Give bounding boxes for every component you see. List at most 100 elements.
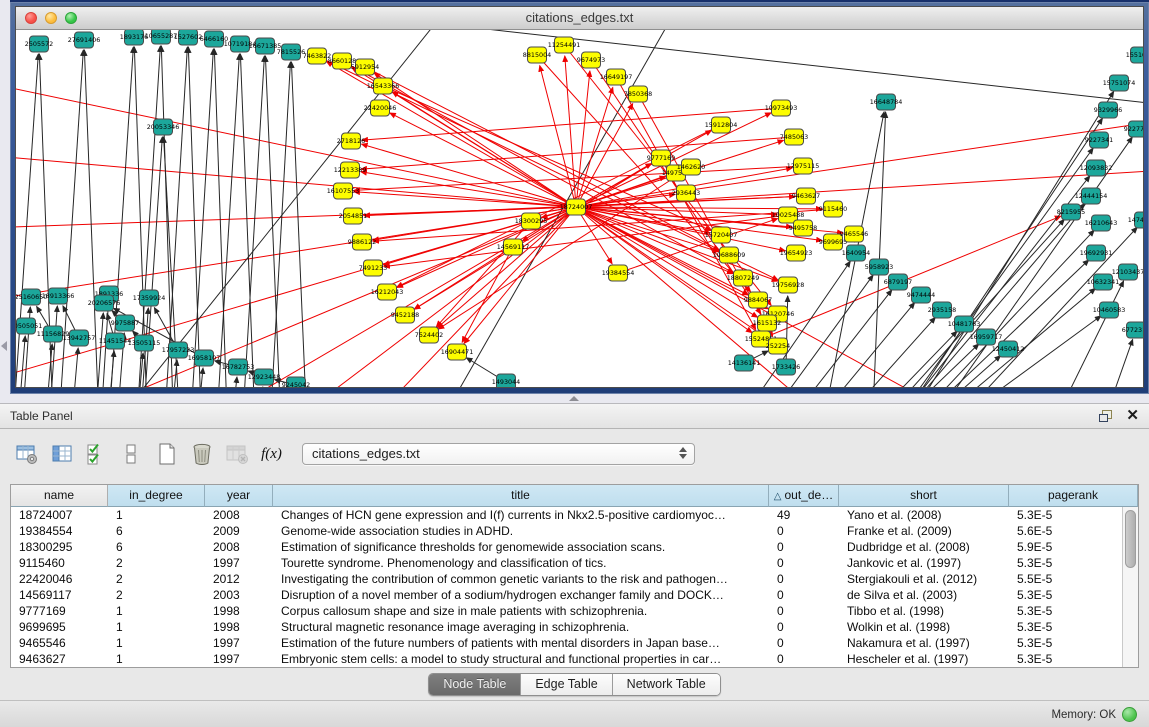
memory-status-label: Memory: OK: [1051, 709, 1116, 721]
graph-node[interactable]: 8215955: [1057, 204, 1085, 220]
graph-node[interactable]: 7485063: [780, 129, 808, 145]
graph-node[interactable]: 16649197: [600, 69, 633, 85]
column-header-in_degree[interactable]: in_degree: [108, 485, 205, 507]
scrollbar-thumb[interactable]: [1125, 510, 1136, 568]
graph-node[interactable]: 15720407: [705, 227, 738, 243]
graph-node[interactable]: 9329966: [1094, 102, 1122, 118]
graph-node[interactable]: 9886122: [348, 234, 376, 250]
table-row[interactable]: 977716911998Corpus callosum shape and si…: [11, 603, 1123, 619]
graph-node-label: 15751074: [1103, 79, 1136, 87]
graph-node[interactable]: 1733426: [772, 359, 800, 375]
column-header-out_de[interactable]: △out_de…: [769, 485, 839, 507]
graph-node[interactable]: 20053346: [147, 119, 180, 135]
graph-node[interactable]: 15751074: [1103, 75, 1136, 91]
graph-node[interactable]: 7491233: [359, 260, 387, 276]
create-column-icon[interactable]: [154, 442, 179, 467]
column-header-name[interactable]: name: [11, 485, 108, 507]
table-cell: 5.3E-5: [1009, 603, 1123, 619]
graph-node[interactable]: 19384554: [602, 265, 635, 281]
graph-node[interactable]: 9115460: [819, 201, 847, 217]
graph-edge: [437, 207, 576, 328]
table-row[interactable]: 1456911722003Disruption of a novel membe…: [11, 587, 1123, 603]
graph-node[interactable]: 14744442: [1128, 212, 1143, 228]
table-cell: 5.3E-5: [1009, 619, 1123, 635]
graph-node[interactable]: 6879197: [884, 274, 912, 290]
table-row[interactable]: 946554611997Estimation of the future num…: [11, 635, 1123, 651]
float-panel-icon[interactable]: [1099, 410, 1112, 422]
graph-node[interactable]: 16543366: [367, 78, 400, 94]
graph-node[interactable]: 12444154: [1075, 188, 1108, 204]
graph-node[interactable]: 2935158: [928, 302, 956, 318]
graph-node[interactable]: 2718126: [337, 133, 365, 149]
column-header-title[interactable]: title: [273, 485, 769, 507]
graph-node[interactable]: 252254: [766, 338, 790, 354]
network-view-frame: citations_edges.txt 18724007746382286601…: [15, 6, 1144, 388]
graph-node[interactable]: 2505572: [25, 36, 53, 52]
column-header-pagerank[interactable]: pagerank: [1009, 485, 1138, 507]
graph-node-label: 9329966: [1094, 106, 1122, 114]
table-tabbar: Node Table Edge Table Network Table: [0, 673, 1149, 696]
graph-node-label: 10688609: [713, 251, 746, 259]
graph-node[interactable]: 12213389: [334, 162, 367, 178]
table-row[interactable]: 969969511998Structural magnetic resonanc…: [11, 619, 1123, 635]
table-row[interactable]: 1872400712008Changes of HCN gene express…: [11, 507, 1123, 523]
column-header-short[interactable]: short: [839, 485, 1009, 507]
graph-node[interactable]: 1551054: [1126, 47, 1143, 63]
graph-node-label: 20206576: [88, 299, 121, 307]
network-canvas[interactable]: 1872400774638228660128591295416543366224…: [16, 30, 1143, 387]
graph-node-label: 1733426: [772, 363, 800, 371]
graph-edge: [816, 344, 979, 387]
graph-node[interactable]: 17359924: [133, 290, 166, 306]
graph-node[interactable]: 2054851: [339, 208, 367, 224]
graph-node[interactable]: 10460583: [1093, 302, 1126, 318]
table-settings-icon[interactable]: [14, 442, 39, 467]
graph-node[interactable]: 1640954: [842, 245, 870, 261]
table-row[interactable]: 911546021997Tourette syndrome. Phenomeno…: [11, 555, 1123, 571]
table-row[interactable]: 1830029562008Estimation of significance …: [11, 539, 1123, 555]
graph-node[interactable]: 9674973: [577, 52, 605, 68]
graph-node[interactable]: 27691406: [68, 32, 101, 48]
graph-node[interactable]: 10655287: [145, 30, 178, 44]
graph-node[interactable]: 5958923: [865, 259, 893, 275]
graph-node[interactable]: 7524402: [415, 327, 443, 343]
graph-node[interactable]: 9227341: [1085, 132, 1113, 148]
tab-node-table[interactable]: Node Table: [429, 674, 521, 695]
delete-column-icon[interactable]: [189, 442, 214, 467]
graph-node[interactable]: 19654923: [780, 245, 813, 261]
graph-edge: [354, 192, 576, 207]
graph-node[interactable]: 8815004: [523, 47, 551, 63]
table-selector-dropdown[interactable]: citations_edges.txt: [302, 443, 695, 465]
graph-node[interactable]: 1527602: [174, 30, 202, 45]
table-cell: Estimation of significance thresholds fo…: [273, 539, 769, 555]
show-columns-icon[interactable]: [49, 442, 74, 467]
graph-edge: [462, 247, 513, 342]
table-row[interactable]: 2242004622012Investigating the contribut…: [11, 571, 1123, 587]
graph-node-label: 9674973: [577, 56, 605, 64]
select-all-columns-icon[interactable]: [84, 442, 109, 467]
network-window-titlebar[interactable]: citations_edges.txt: [16, 7, 1143, 30]
table-row[interactable]: 1938455462009Genome-wide association stu…: [11, 523, 1123, 539]
graph-node[interactable]: 9227744: [1124, 121, 1143, 137]
tab-network-table[interactable]: Network Table: [613, 674, 720, 695]
graph-node[interactable]: 19692931: [1080, 245, 1113, 261]
graph-node[interactable]: 9463627: [792, 188, 820, 204]
deselect-all-columns-icon[interactable]: [119, 442, 144, 467]
tab-edge-table[interactable]: Edge Table: [521, 674, 612, 695]
graph-node[interactable]: 16648784: [870, 94, 903, 110]
network-view-window[interactable]: citations_edges.txt 18724007746382286601…: [10, 0, 1149, 394]
panel-splitter-handle[interactable]: [569, 396, 579, 401]
table-vertical-scrollbar[interactable]: [1122, 507, 1138, 667]
graph-node[interactable]: 16904471: [441, 344, 474, 360]
graph-node[interactable]: 16210643: [1085, 215, 1118, 231]
table-cell: Embryonic stem cells: a model to study s…: [273, 651, 769, 667]
function-builder-icon[interactable]: f(x): [259, 442, 284, 467]
graph-node-label: 18807249: [727, 274, 760, 282]
collapse-west-panel-arrow-icon[interactable]: [1, 341, 7, 351]
table-row[interactable]: 946362711997Embryonic stem cells: a mode…: [11, 651, 1123, 667]
column-header-year[interactable]: year: [205, 485, 273, 507]
graph-node[interactable]: 9474444: [907, 287, 935, 303]
close-panel-icon[interactable]: ✕: [1126, 404, 1139, 428]
graph-node-label: 7850368: [624, 90, 652, 98]
graph-node[interactable]: 9245042: [282, 377, 310, 387]
graph-node[interactable]: 6772312: [1122, 322, 1143, 338]
